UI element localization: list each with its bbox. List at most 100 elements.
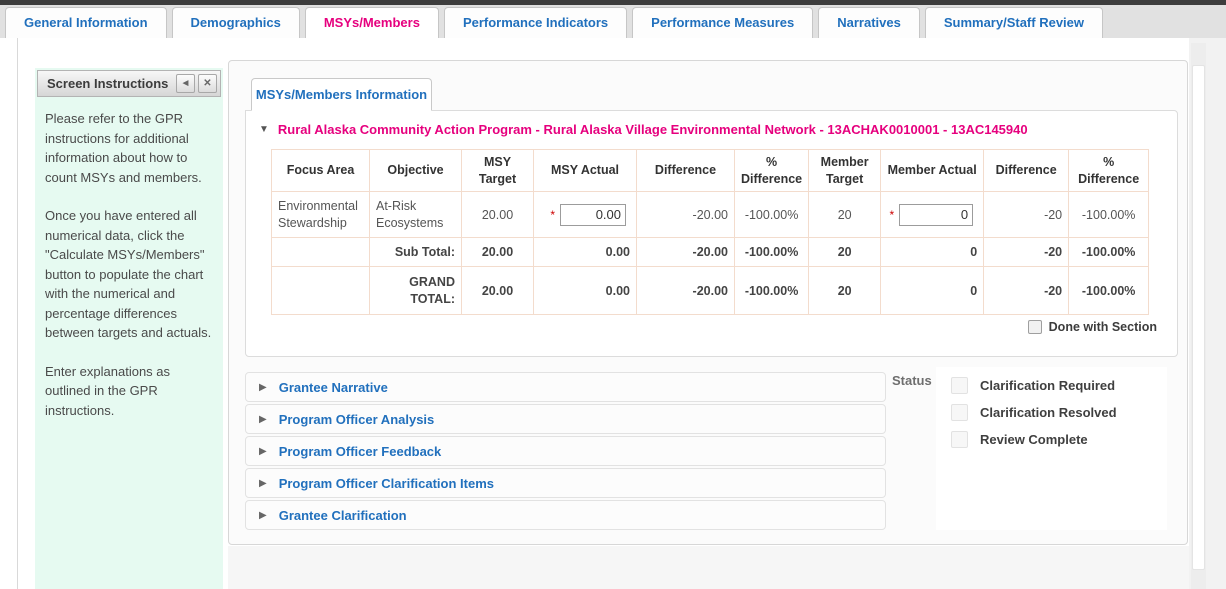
subtab-msys-members-information[interactable]: MSYs/Members Information [251,78,432,111]
required-asterisk: * [889,208,894,222]
left-gutter-divider [17,38,18,589]
accordion-label: Program Officer Clarification Items [279,476,494,491]
accordion-grantee-narrative[interactable]: ▶ Grantee Narrative [245,372,886,402]
instruction-paragraph: Once you have entered all numerical data… [45,206,213,343]
subtotal-pct-difference: -100.00% [735,238,809,267]
vertical-scrollbar[interactable] [1191,43,1206,589]
cell-msy-target: 20.00 [462,192,534,238]
status-option-label: Clarification Required [980,378,1115,393]
close-icon: ✕ [203,78,211,89]
cell-focus-area: Environmental Stewardship [272,192,370,238]
cell-member-pct-difference: -100.00% [1069,192,1149,238]
accordion-program-officer-analysis[interactable]: ▶ Program Officer Analysis [245,404,886,434]
required-asterisk: * [550,208,555,222]
sidebar-close-button[interactable]: ✕ [198,74,217,93]
col-header-objective: Objective [370,150,462,192]
cell-objective: At-Risk Ecosystems [370,192,462,238]
subtotal-difference: -20.00 [637,238,735,267]
msys-members-panel: MSYs/Members Information ▼ Rural Alaska … [228,60,1188,545]
grand-total-member-pct-difference: -100.00% [1069,267,1149,315]
subtotal-member-target: 20 [809,238,881,267]
status-panel: Clarification Required Clarification Res… [936,367,1167,530]
status-option-review-complete: Review Complete [936,421,1167,448]
screen-instructions-sidebar: Screen Instructions ◄ ✕ Please refer to … [35,68,223,589]
grand-total-member-actual: 0 [881,267,984,315]
program-title: Rural Alaska Community Action Program - … [278,122,1028,137]
clarification-required-checkbox[interactable] [951,377,968,394]
cell-msy-actual: * [534,192,637,238]
status-option-clarification-resolved: Clarification Resolved [936,394,1167,421]
tab-demographics[interactable]: Demographics [172,7,300,38]
col-header-member-difference: Difference [984,150,1069,192]
subtotal-row: Sub Total: 20.00 0.00 -20.00 -100.00% 20… [272,238,1149,267]
subtotal-msy-actual: 0.00 [534,238,637,267]
chevron-right-icon: ▶ [259,382,267,393]
cell-pct-difference: -100.00% [735,192,809,238]
grand-total-member-difference: -20 [984,267,1069,315]
status-option-label: Clarification Resolved [980,405,1117,420]
grand-total-member-target: 20 [809,267,881,315]
grand-total-msy-actual: 0.00 [534,267,637,315]
grand-total-row: GRAND TOTAL: 20.00 0.00 -20.00 -100.00% … [272,267,1149,315]
subtotal-msy-target: 20.00 [462,238,534,267]
accordion-label: Grantee Clarification [279,508,407,523]
chevron-right-icon: ▶ [259,510,267,521]
col-header-difference: Difference [637,150,735,192]
clarification-resolved-checkbox[interactable] [951,404,968,421]
msy-members-table: Focus Area Objective MSY Target MSY Actu… [271,149,1149,315]
review-complete-checkbox[interactable] [951,431,968,448]
col-header-member-actual: Member Actual [881,150,984,192]
tab-performance-indicators[interactable]: Performance Indicators [444,7,627,38]
subtotal-member-actual: 0 [881,238,984,267]
cell-empty [272,238,370,267]
program-section: ▼ Rural Alaska Community Action Program … [245,110,1178,357]
status-label: Status [892,373,932,388]
subtotal-member-pct-difference: -100.00% [1069,238,1149,267]
tab-msys-members[interactable]: MSYs/Members [305,7,439,38]
status-option-label: Review Complete [980,432,1088,447]
col-header-msy-actual: MSY Actual [534,150,637,192]
program-accordion-header[interactable]: ▼ Rural Alaska Community Action Program … [246,111,1177,137]
sidebar-collapse-button[interactable]: ◄ [176,74,195,93]
done-with-section-checkbox[interactable] [1028,320,1042,334]
chevron-right-icon: ▶ [259,414,267,425]
panel-bottom-spacer [228,546,1189,589]
done-with-section: Done with Section [1028,320,1157,334]
cell-member-difference: -20 [984,192,1069,238]
screen-instructions-text: Please refer to the GPR instructions for… [35,97,223,451]
screen-instructions-header: Screen Instructions ◄ ✕ [37,70,221,97]
accordion-program-officer-feedback[interactable]: ▶ Program Officer Feedback [245,436,886,466]
status-option-clarification-required: Clarification Required [936,367,1167,394]
col-header-msy-target: MSY Target [462,150,534,192]
accordion-program-officer-clarification-items[interactable]: ▶ Program Officer Clarification Items [245,468,886,498]
screen-instructions-title: Screen Instructions [38,76,176,91]
chevron-down-icon: ▼ [259,124,269,135]
tab-performance-measures[interactable]: Performance Measures [632,7,813,38]
instruction-paragraph: Enter explanations as outlined in the GP… [45,362,213,421]
grand-total-difference: -20.00 [637,267,735,315]
narrative-accordions: ▶ Grantee Narrative ▶ Program Officer An… [245,372,886,532]
subtotal-member-difference: -20 [984,238,1069,267]
col-header-member-pct-difference: % Difference [1069,150,1149,192]
tab-general-information[interactable]: General Information [5,7,167,38]
done-with-section-label: Done with Section [1049,320,1157,334]
accordion-label: Grantee Narrative [279,380,388,395]
cell-member-actual: * [881,192,984,238]
subtotal-label: Sub Total: [370,238,462,267]
tab-summary-staff-review[interactable]: Summary/Staff Review [925,7,1103,38]
tab-narratives[interactable]: Narratives [818,7,920,38]
accordion-grantee-clarification[interactable]: ▶ Grantee Clarification [245,500,886,530]
cell-empty [272,267,370,315]
scrollbar-thumb[interactable] [1192,65,1205,570]
chevron-right-icon: ▶ [259,446,267,457]
accordion-label: Program Officer Analysis [279,412,435,427]
main-tab-bar: General Information Demographics MSYs/Me… [0,5,1226,38]
col-header-focus-area: Focus Area [272,150,370,192]
table-header-row: Focus Area Objective MSY Target MSY Actu… [272,150,1149,192]
gpr-screen: General Information Demographics MSYs/Me… [0,0,1226,589]
grand-total-msy-target: 20.00 [462,267,534,315]
col-header-pct-difference: % Difference [735,150,809,192]
member-actual-input[interactable] [899,204,973,226]
collapse-left-icon: ◄ [181,78,191,89]
msy-actual-input[interactable] [560,204,626,226]
